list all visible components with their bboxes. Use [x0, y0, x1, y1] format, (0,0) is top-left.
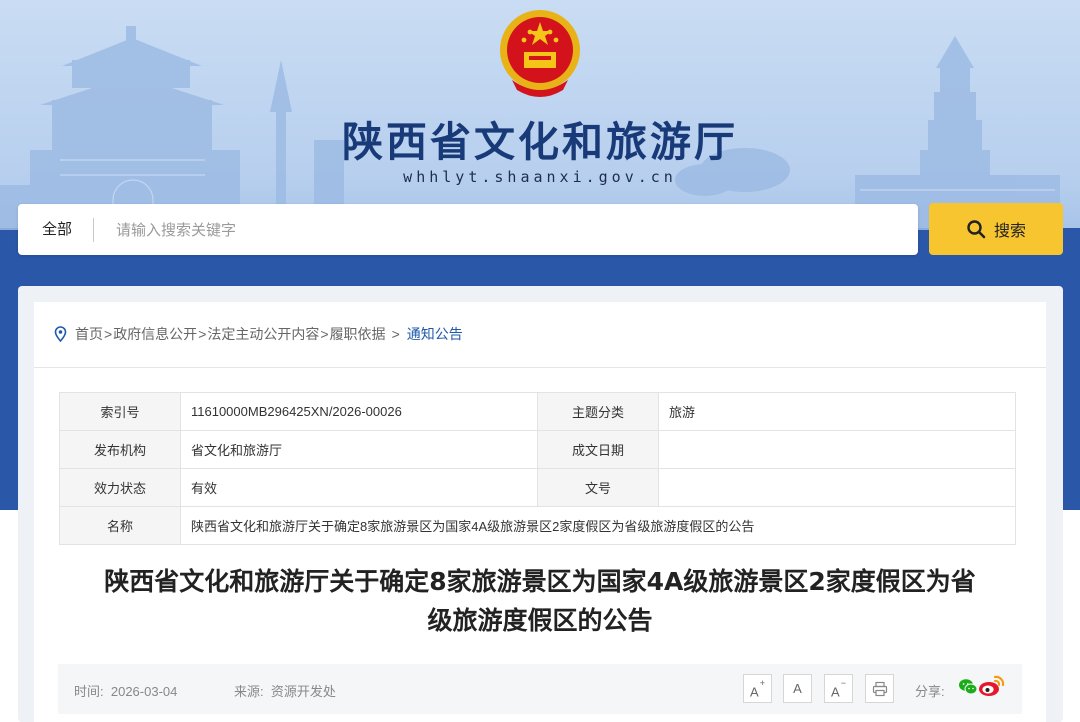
article-title-line: 级旅游度假区的公告	[427, 606, 653, 635]
search-button[interactable]: 搜索	[929, 203, 1063, 255]
search-bar: 全部	[18, 204, 918, 257]
table-row: 索引号 11610000MB296425XN/2026-00026 主题分类 旅…	[59, 392, 1016, 431]
date-label: 成文日期	[537, 430, 659, 469]
share-label: 分享:	[915, 684, 945, 699]
weibo-icon[interactable]	[978, 674, 1006, 698]
site-title: 陕西省文化和旅游厅	[342, 118, 738, 166]
breadcrumb-gov-info[interactable]: 政府信息公开	[113, 324, 197, 344]
publish-time-label: 时间:	[74, 684, 104, 699]
search-input[interactable]	[114, 204, 898, 257]
document-metadata-table: 索引号 11610000MB296425XN/2026-00026 主题分类 旅…	[59, 392, 1016, 545]
national-emblem-icon	[500, 10, 580, 97]
table-row: 名称 陕西省文化和旅游厅关于确定8家旅游景区为国家4A级旅游景区2家度假区为省级…	[59, 506, 1016, 545]
publisher-label: 发布机构	[59, 430, 181, 469]
topic-value: 旅游	[658, 392, 1016, 431]
font-increase-button[interactable]: A+	[743, 674, 772, 703]
index-value: 11610000MB296425XN/2026-00026	[180, 392, 538, 431]
table-row: 发布机构 省文化和旅游厅 成文日期	[59, 430, 1016, 469]
publisher-value: 省文化和旅游厅	[180, 430, 538, 469]
breadcrumb-statutory[interactable]: 法定主动公开内容	[207, 324, 319, 344]
breadcrumb-divider	[34, 367, 1046, 368]
article-title: 陕西省文化和旅游厅关于确定8家旅游景区为国家4A级旅游景区2家度假区为省 级旅游…	[54, 562, 1026, 640]
font-decrease-label: A	[831, 684, 840, 700]
font-reset-label: A	[793, 681, 802, 696]
search-icon	[967, 220, 986, 239]
name-value: 陕西省文化和旅游厅关于确定8家旅游景区为国家4A级旅游景区2家度假区为省级旅游度…	[180, 506, 1016, 545]
breadcrumb-duty-basis[interactable]: 履职依据	[330, 324, 386, 344]
print-icon	[872, 681, 887, 697]
breadcrumb-home[interactable]: 首页	[75, 324, 103, 344]
article-title-line: 陕西省文化和旅游厅关于确定8家旅游景区为国家4A级旅游景区2家度假区为省	[104, 567, 976, 596]
docno-label: 文号	[537, 468, 659, 507]
font-reset-button[interactable]: A	[783, 674, 812, 703]
topic-label: 主题分类	[537, 392, 659, 431]
breadcrumb-separator: >	[320, 326, 329, 342]
font-decrease-sup: −	[840, 678, 846, 688]
search-scope-select[interactable]: 全部	[42, 204, 72, 255]
article-source: 来源: 资源开发处	[234, 681, 336, 700]
breadcrumb: 首页 > 政府信息公开 > 法定主动公开内容 > 履职依据 > 通知公告	[54, 324, 463, 344]
status-value: 有效	[180, 468, 538, 507]
search-button-label: 搜索	[993, 223, 1026, 240]
search-divider	[93, 218, 94, 242]
font-increase-label: A	[750, 684, 759, 700]
index-label: 索引号	[59, 392, 181, 431]
table-row: 效力状态 有效 文号	[59, 468, 1016, 507]
source-label: 来源:	[234, 684, 264, 699]
publish-time: 时间: 2026-03-04	[74, 681, 177, 700]
date-value	[658, 430, 1016, 469]
wechat-icon[interactable]	[958, 677, 978, 697]
print-button[interactable]	[865, 674, 894, 703]
breadcrumb-separator: >	[391, 326, 400, 342]
breadcrumb-separator: >	[104, 326, 113, 342]
source-value: 资源开发处	[270, 684, 336, 699]
publish-time-value: 2026-03-04	[110, 684, 178, 699]
font-decrease-button[interactable]: A−	[824, 674, 853, 703]
font-increase-sup: +	[759, 678, 765, 688]
name-label: 名称	[59, 506, 181, 545]
status-label: 效力状态	[59, 468, 181, 507]
site-url: whhlyt.shaanxi.gov.cn	[403, 168, 677, 186]
location-pin-icon	[54, 326, 67, 342]
docno-value	[658, 468, 1016, 507]
breadcrumb-separator: >	[198, 326, 207, 342]
breadcrumb-current[interactable]: 通知公告	[407, 324, 463, 344]
article-info-bar: 时间: 2026-03-04 来源: 资源开发处 A+ A A− 分享:	[58, 664, 1022, 714]
